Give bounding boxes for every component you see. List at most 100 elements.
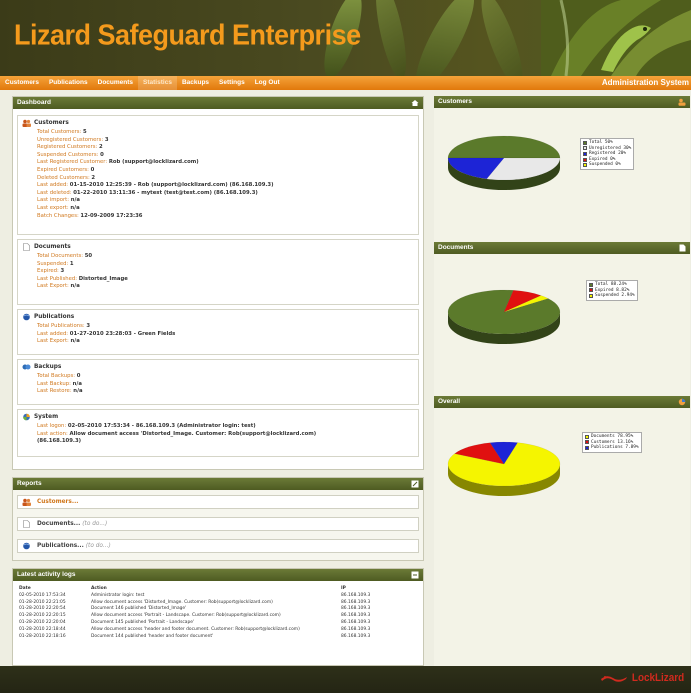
stat-value: 0 [76,373,81,379]
backup-icon [22,364,31,370]
nav-customers[interactable]: Customers [0,76,44,90]
customers-legend: Total 50% Unregistered 30% Registered 20% E… [580,138,635,170]
system-stats: Last logon: 02-05-2010 17:53:34 - 86.168… [22,423,414,446]
admin-system-label: Administration System [601,78,689,87]
stat-value: 0 [90,166,95,173]
stat-row: Deleted Customers: 2 [22,175,414,183]
documents-chart-title: Documents [438,244,474,251]
leaf-decoration [369,0,413,76]
document-icon [23,520,30,528]
stat-label: Deleted Customers: [37,174,90,181]
header: Lizard Safeguard Enterprise [0,0,691,76]
stat-value: (86.168.109.3) [37,438,82,445]
legend-swatch [589,288,593,293]
dashboard-header: Dashboard [13,97,423,109]
customers-box: Customers Total Customers: 5 Unregistered… [17,115,419,235]
stat-row: Last deleted: 01-22-2010 13:11:36 - myte… [22,190,414,198]
stat-label: Total Publications: [37,323,85,329]
nav-backups[interactable]: Backups [177,76,214,90]
log-ip: 86.168.109.3 [341,599,371,605]
log-date: 01-28-2010 22:18:44 [19,626,66,632]
legend-label: Suspended 2.94% [595,293,635,299]
nav-publications[interactable]: Publications [44,76,93,90]
legend-label: Suspended 0% [589,162,621,168]
lizard-logo-icon [600,676,627,682]
nav-statistics[interactable]: Statistics [138,76,177,90]
report-customers-link[interactable]: Customers... [37,496,78,508]
activity-title: Latest activity logs [17,571,76,578]
stat-row: Batch Changes: 12-09-2009 17:23:36 [22,213,414,221]
documents-chart-panel: Documents Total 88.24% Expired 8.82% Suspe… [434,242,690,392]
charts-column: Customers Total 50% Unregistered 30% Regis… [434,96,690,666]
stat-value: 3 [86,323,91,329]
report-documents-todo: (to do...) [82,521,108,527]
legend-swatch [585,445,589,450]
documents-stats: Total Documents: 50 Suspended: 1 Expired: … [22,253,414,291]
log-action: Allow document access 'Portrait - Landsc… [91,613,281,619]
stat-value: 01-15-2010 12:25:39 - Rob (support@lockl… [69,182,274,189]
report-publications[interactable]: Publications... (to do...) [17,539,419,553]
legend-swatch [585,434,589,439]
stat-value: n/a [72,380,82,387]
stat-label: Last deleted: [37,189,72,196]
legend-swatch [583,151,587,156]
customers-chart-panel: Customers Total 50% Unregistered 30% Regis… [434,96,690,236]
nav-settings[interactable]: Settings [214,76,250,90]
home-icon[interactable] [411,99,419,107]
stat-value: n/a [70,197,80,204]
stat-label: Last logon: [37,423,67,429]
stat-row: Last added: 01-15-2010 12:25:39 - Rob (s… [22,182,414,190]
pie-icon [678,398,686,406]
documents-pie-chart [447,289,561,344]
stat-row: Suspended Customers: 0 [22,152,414,160]
report-publications-link[interactable]: Publications... [37,540,84,552]
stat-label: Suspended: [37,260,69,267]
stat-row: Total Publications: 3 [22,323,414,331]
stat-value: 01-22-2010 13:11:36 - mytest (test@test.… [73,189,258,196]
legend-swatch [583,163,587,168]
stat-row: Last export: n/a [22,205,414,213]
stat-value: Allow document access 'Distorted_Image. … [69,430,317,437]
legend-swatch [585,440,589,445]
stat-row: Unregistered Customers: 3 [22,137,414,145]
edit-icon[interactable] [411,480,419,488]
stat-value: 12-09-2009 17:23:36 [80,212,143,219]
stat-label: Last export: [37,204,69,211]
legend-item: Suspended 0% [583,162,631,168]
stat-label: Registered Customers: [37,144,98,151]
stat-label: Expired Customers: [37,166,89,173]
stat-value: Rob (support@locklizard.com) [108,159,199,166]
reports-panel: Reports Customers... Documents... (to do… [12,477,424,561]
stat-value: 3 [60,268,65,275]
customers-icon [22,498,31,506]
report-documents-link[interactable]: Documents... [37,518,80,530]
page: Lizard Safeguard Enterprise Customers Pu… [0,0,691,693]
stat-value: 2 [98,144,103,151]
log-date: 02-05-2010 17:53:34 [19,592,66,598]
col-action: Action [91,586,107,591]
log-date: 01-28-2010 22:21:05 [19,599,66,605]
legend-swatch [583,140,587,145]
dashboard-title: Dashboard [17,99,51,106]
nav-logout[interactable]: Log Out [250,76,285,90]
log-action: Administrator login: test [91,592,145,598]
col-date: Date [19,586,31,591]
report-documents[interactable]: Documents... (to do...) [17,517,419,531]
stat-value: 2 [91,174,96,181]
log-date: 01-28-2010 22:20:54 [19,606,66,612]
nav-documents[interactable]: Documents [93,76,138,90]
stat-value: Distorted_Image [78,275,128,282]
system-icon [23,413,30,421]
stat-label: Last import: [37,197,69,204]
report-customers[interactable]: Customers... [17,495,419,509]
publications-stats: Total Publications: 3 Last added: 01-27-2… [22,323,414,346]
overall-chart-title: Overall [438,398,461,405]
stat-label: Total Customers: [37,129,82,135]
backups-box: Backups Total Backups: 0 Last Backup: n/a… [17,359,419,405]
log-action: Document 145 published 'Portrait - Lands… [91,619,195,625]
stat-value: n/a [73,388,83,395]
log-ip: 86.168.109.3 [341,613,371,619]
stat-value: 02-05-2010 17:53:34 - 86.168.109.3 (Admi… [67,423,256,429]
system-box: System Last logon: 02-05-2010 17:53:34 -… [17,409,419,457]
export-icon[interactable] [411,571,419,579]
